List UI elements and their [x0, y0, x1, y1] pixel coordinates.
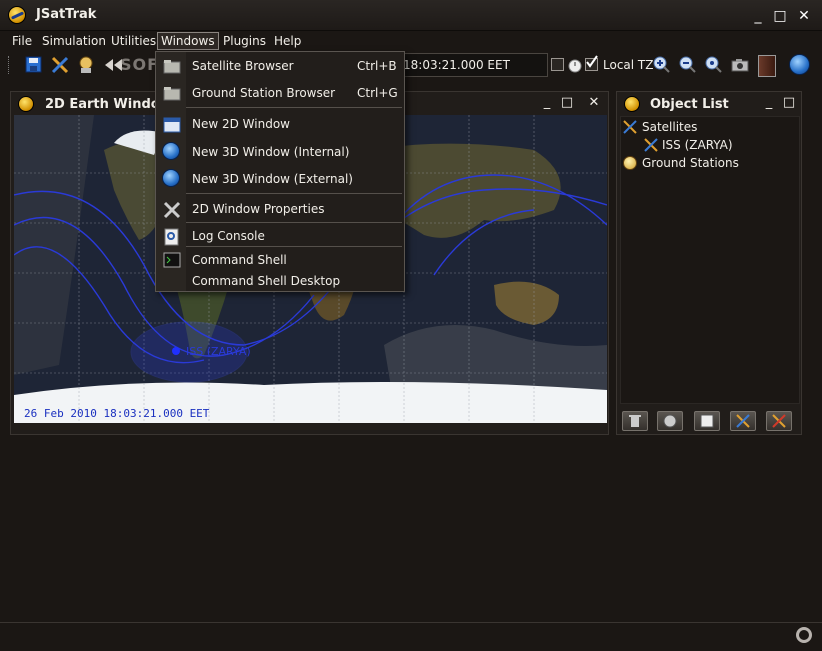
film-icon[interactable]	[758, 55, 776, 77]
panel-logo-icon	[18, 96, 34, 112]
camera-icon[interactable]	[730, 55, 750, 75]
menu-simulation[interactable]: Simulation	[39, 32, 109, 50]
remove-satellite-button[interactable]	[766, 411, 792, 431]
menu-item-command-shell-desktop[interactable]: Command Shell Desktop	[192, 274, 340, 288]
folder-icon	[162, 57, 182, 77]
magnifier-icon	[162, 227, 182, 247]
menu-plugins[interactable]: Plugins	[220, 32, 269, 50]
folder-icon	[162, 84, 182, 104]
minimize-button[interactable]: _	[750, 8, 766, 24]
menu-separator	[186, 246, 402, 247]
menu-utilities[interactable]: Utilities	[108, 32, 159, 50]
status-indicator-icon	[796, 627, 812, 643]
app-title: JSatTrak	[36, 7, 97, 22]
rewind-icon[interactable]	[102, 55, 122, 75]
menu-item-new-3d-external[interactable]: New 3D Window (External)	[192, 172, 353, 186]
satellite-map-label: ISS (ZARYA)	[186, 345, 251, 358]
local-tz-checkbox[interactable]	[585, 55, 598, 71]
object-properties-button[interactable]	[694, 411, 720, 431]
panel-logo-icon	[624, 96, 640, 112]
menu-separator	[186, 222, 402, 223]
terminal-icon	[162, 250, 182, 270]
window-icon	[162, 115, 182, 135]
realtime-checkbox[interactable]	[551, 58, 564, 71]
menu-item-new-3d-internal[interactable]: New 3D Window (Internal)	[192, 145, 349, 159]
ground-station-icon	[623, 156, 637, 170]
save-icon[interactable]	[24, 55, 44, 75]
object-list-minimize-button[interactable]: _	[762, 96, 776, 110]
panel-2d-maximize-button[interactable]: □	[560, 96, 574, 110]
object-list-maximize-button[interactable]: □	[782, 96, 796, 110]
tools-icon	[162, 200, 182, 220]
time-input[interactable]: 18:03:21.000 EET	[398, 53, 548, 77]
delete-object-button[interactable]	[622, 411, 648, 431]
globe-icon	[162, 169, 180, 187]
desktop-area	[0, 436, 822, 651]
tree-node-ground-stations[interactable]: Ground Stations	[642, 156, 739, 170]
menu-item-2d-window-properties[interactable]: 2D Window Properties	[192, 202, 324, 216]
status-bar-divider	[0, 622, 822, 623]
satellite-icon	[644, 138, 658, 152]
map-timestamp: 26 Feb 2010 18:03:21.000 EET	[24, 407, 210, 420]
menu-item-satellite-browser[interactable]: Satellite Browser	[192, 59, 294, 73]
add-satellite-button[interactable]	[730, 411, 756, 431]
app-logo-icon	[8, 6, 26, 24]
object-info-button[interactable]	[657, 411, 683, 431]
title-bar	[0, 0, 822, 31]
menu-item-new-2d-window[interactable]: New 2D Window	[192, 117, 290, 131]
menu-shortcut: Ctrl+G	[357, 86, 398, 100]
menu-separator	[186, 107, 402, 108]
globe-icon[interactable]	[789, 54, 810, 75]
panel-2d-close-button[interactable]: ✕	[587, 96, 601, 110]
clock-icon[interactable]	[566, 55, 586, 75]
menu-help[interactable]: Help	[271, 32, 304, 50]
tree-node-satellites[interactable]: Satellites	[642, 120, 697, 134]
tree-node-iss[interactable]: ISS (ZARYA)	[662, 138, 733, 152]
satellite-icon[interactable]	[50, 55, 70, 75]
satellite-icon	[623, 120, 637, 134]
ground-station-icon[interactable]	[76, 55, 96, 75]
menu-item-log-console[interactable]: Log Console	[192, 229, 265, 243]
zoom-fit-icon[interactable]	[704, 55, 724, 75]
menu-item-command-shell[interactable]: Command Shell	[192, 253, 287, 267]
panel-2d-minimize-button[interactable]: _	[540, 96, 554, 110]
menu-shortcut: Ctrl+B	[357, 59, 397, 73]
globe-icon	[162, 142, 180, 160]
menu-separator	[186, 193, 402, 194]
object-list-title: Object List	[650, 97, 729, 112]
maximize-button[interactable]: □	[772, 8, 788, 24]
menu-item-ground-station-browser[interactable]: Ground Station Browser	[192, 86, 335, 100]
menu-file[interactable]: File	[9, 32, 35, 50]
panel-2d-title: 2D Earth Window	[45, 97, 172, 112]
menu-windows[interactable]: Windows	[157, 32, 219, 50]
zoom-in-icon[interactable]	[652, 55, 672, 75]
zoom-out-icon[interactable]	[678, 55, 698, 75]
local-tz-label: Local TZ	[603, 58, 654, 72]
toolbar-grip	[8, 56, 11, 74]
close-button[interactable]: ✕	[796, 8, 812, 24]
